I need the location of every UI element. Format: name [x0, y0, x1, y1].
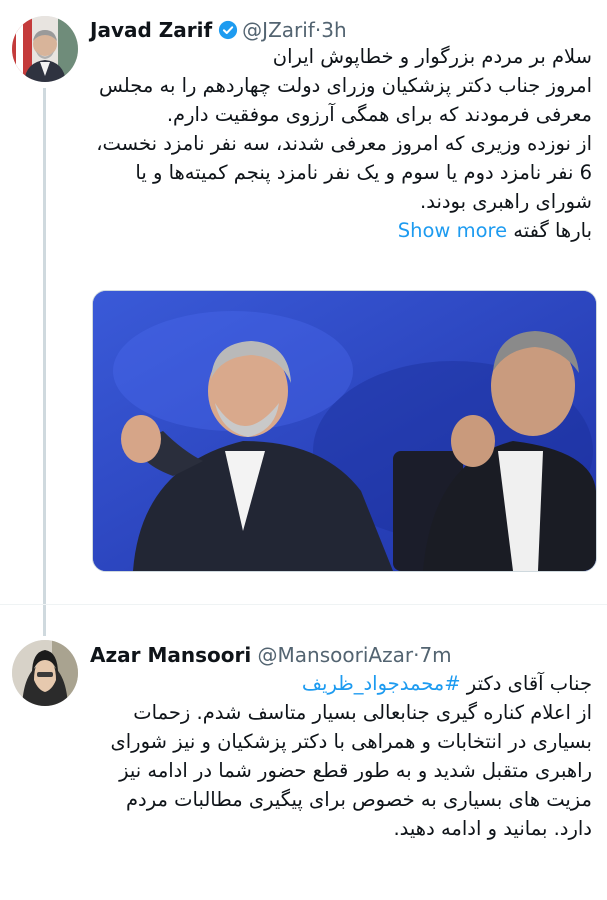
photo-icon [93, 291, 596, 571]
tweet-timestamp[interactable]: 3h [321, 18, 346, 42]
tweet-text-intro: جناب آقای دکتر [460, 672, 592, 695]
tweet-truncated-text: بارها گفته [513, 219, 592, 242]
tweet-line: امروز جناب دکتر پزشکیان وزرای دولت چهارد… [98, 74, 592, 126]
avatar-mansoori[interactable] [12, 640, 78, 706]
tweet-timestamp[interactable]: 7m [419, 643, 451, 667]
tweet-line: از اعلام کناره گیری جنابعالی بسیار متاسف… [110, 701, 592, 840]
tweet-header: Azar Mansoori @MansooriAzar·7m [90, 643, 452, 667]
person-photo-icon [12, 640, 78, 706]
tweet-divider [0, 604, 607, 605]
tweet-line: سلام بر مردم بزرگوار و خطاپوش ایران [272, 45, 592, 68]
author-name[interactable]: Azar Mansoori [90, 643, 251, 667]
tweet-last-line: بارها گفته Show more [92, 216, 592, 245]
thread-connector-line [43, 88, 46, 636]
author-name[interactable]: Javad Zarif [90, 18, 212, 42]
tweet-line: جناب آقای دکتر #محمدجواد_ظریف [92, 669, 592, 698]
show-more-link[interactable]: Show more [398, 219, 507, 242]
author-handle[interactable]: @JZarif [242, 18, 315, 42]
tweet-text: جناب آقای دکتر #محمدجواد_ظریف از اعلام ک… [92, 669, 592, 843]
author-handle[interactable]: @MansooriAzar [258, 643, 414, 667]
avatar-zarif[interactable] [12, 16, 78, 82]
tweet-header: Javad Zarif @JZarif·3h [90, 18, 347, 45]
tweet-line: از نوزده وزیری که امروز معرفی شدند، سه ن… [96, 132, 592, 213]
person-photo-icon [12, 16, 78, 82]
hashtag-link[interactable]: #محمدجواد_ظریف [302, 672, 461, 695]
tweet-text: سلام بر مردم بزرگوار و خطاپوش ایران امرو… [92, 42, 592, 245]
tweet-photo[interactable] [92, 290, 597, 572]
